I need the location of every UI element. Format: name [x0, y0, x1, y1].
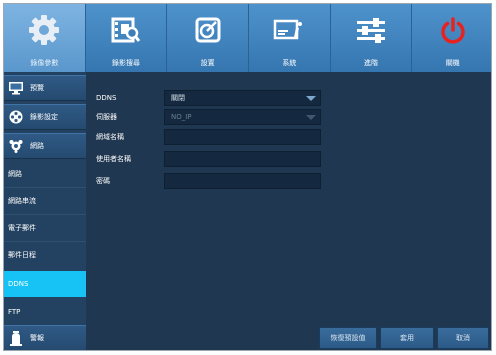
sidebar-item-network[interactable]: 網路	[4, 161, 86, 187]
sidebar-item-ftp[interactable]: FTP	[4, 299, 86, 325]
password-label: 密碼	[96, 177, 110, 185]
chevron-down-icon	[306, 115, 316, 120]
server-value: NO_IP	[171, 113, 192, 121]
sidebar-category-label: 錄影設定	[30, 113, 58, 121]
sidebar-item-stream[interactable]: 網路串流	[4, 188, 86, 214]
username-label: 使用者名稱	[96, 155, 131, 163]
sidebar-item-label: 網路串流	[8, 197, 36, 205]
sidebar-item-label: 電子郵件	[8, 224, 36, 232]
alarm-icon	[8, 331, 24, 346]
power-icon	[435, 12, 471, 48]
password-field[interactable]	[164, 173, 321, 189]
sidebar-category-network[interactable]: 網路	[4, 133, 86, 159]
sidebar-category-alarm[interactable]: 警報	[4, 325, 86, 350]
server-label: 伺服器	[96, 113, 117, 121]
toolbar-setup[interactable]: 設置	[167, 4, 250, 72]
chevron-down-icon	[306, 96, 316, 101]
ddns-settings-panel: DDNS 關閉 伺服器 NO_IP 網域名稱 使用者名稱 密碼 恢復預設值 套用…	[86, 72, 491, 350]
sidebar-item-email-schedule[interactable]: 郵件日程	[4, 242, 86, 268]
button-label: 取消	[456, 334, 470, 342]
toolbar-label: 系統	[282, 59, 297, 67]
toolbar-record-search[interactable]: 錄影搜尋	[85, 4, 168, 72]
sidebar-item-label: 郵件日程	[8, 251, 36, 259]
sidebar-category-label: 警報	[30, 334, 44, 342]
dvr-settings-window: 錄像參數 錄影搜尋 設置 系統 進階 關機 預覽 錄影設定 網路 網路 網路串流…	[3, 3, 492, 351]
sidebar-item-label: 網路	[8, 170, 22, 178]
button-label: 恢復預設值	[330, 334, 366, 342]
username-field[interactable]	[164, 151, 321, 167]
restore-default-button[interactable]: 恢復預設值	[319, 327, 377, 349]
toolbar-label: 錄影搜尋	[112, 59, 140, 67]
hostname-row: 網域名稱	[96, 130, 162, 144]
sidebar-item-label: FTP	[8, 308, 21, 316]
hostname-field[interactable]	[164, 129, 321, 145]
username-row: 使用者名稱	[96, 152, 162, 166]
main-toolbar: 錄像參數 錄影搜尋 設置 系統 進階 關機	[4, 4, 491, 72]
toolbar-label: 錄像參數	[30, 59, 59, 67]
sidebar-item-label: DDNS	[8, 280, 29, 288]
ddns-value: 關閉	[171, 94, 185, 102]
ddns-row: DDNS	[96, 91, 162, 105]
toolbar-advanced[interactable]: 進階	[330, 4, 413, 72]
sidebar-item-ddns[interactable]: DDNS	[4, 271, 86, 297]
sidebar-category-record[interactable]: 錄影設定	[4, 104, 86, 130]
hostname-label: 網域名稱	[96, 133, 124, 141]
ddns-label: DDNS	[96, 94, 117, 102]
film-search-icon	[108, 12, 144, 48]
toolbar-label: 進階	[364, 59, 379, 67]
network-globe-icon	[8, 139, 24, 153]
sidebar-item-email[interactable]: 電子郵件	[4, 215, 86, 241]
server-row: 伺服器	[96, 110, 162, 124]
toolbar-label: 設置	[200, 59, 215, 67]
button-label: 套用	[400, 334, 414, 342]
disk-icon	[190, 12, 226, 48]
cancel-button[interactable]: 取消	[437, 327, 489, 349]
monitor-icon	[8, 81, 24, 95]
film-reel-icon	[8, 110, 24, 124]
server-select[interactable]: NO_IP	[164, 109, 321, 125]
settings-sidebar: 預覽 錄影設定 網路 網路 網路串流 電子郵件 郵件日程 DDNS FTP 警報	[4, 72, 86, 350]
sliders-icon	[353, 12, 389, 48]
sidebar-category-label: 預覽	[30, 84, 44, 92]
sidebar-category-preview[interactable]: 預覽	[4, 75, 86, 101]
sidebar-category-label: 網路	[30, 142, 44, 150]
gear-icon	[26, 12, 62, 48]
toolbar-record-params[interactable]: 錄像參數	[4, 4, 86, 72]
monitor-info-icon	[271, 12, 307, 48]
apply-button[interactable]: 套用	[380, 327, 434, 349]
password-row: 密碼	[96, 174, 162, 188]
ddns-select[interactable]: 關閉	[164, 90, 321, 106]
toolbar-label: 關機	[445, 59, 460, 67]
toolbar-system[interactable]: 系統	[249, 4, 331, 72]
toolbar-shutdown[interactable]: 關機	[412, 4, 491, 72]
